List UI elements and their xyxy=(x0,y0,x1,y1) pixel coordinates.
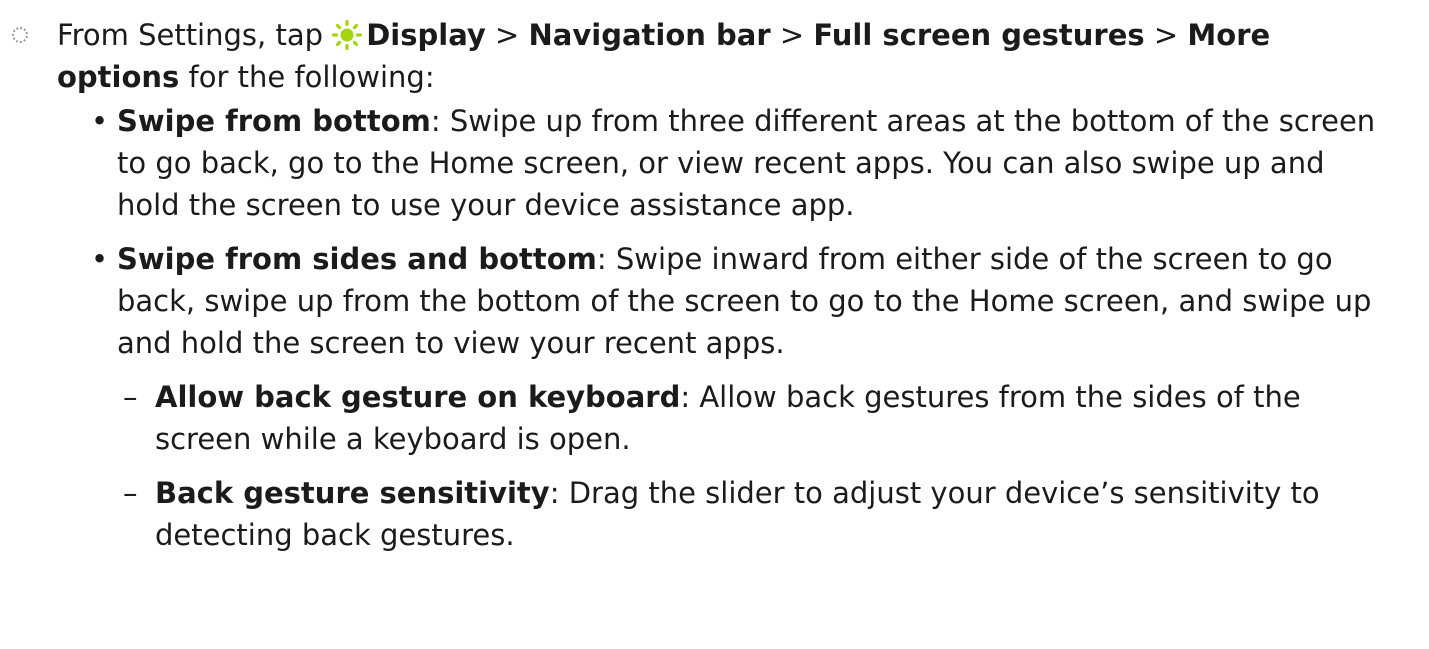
path-separator: > xyxy=(1144,18,1188,52)
list-item: • Swipe from bottom: Swipe up from three… xyxy=(91,100,1387,226)
list-item: • Swipe from sides and bottom: Swipe inw… xyxy=(91,238,1387,364)
path-display: Display xyxy=(366,18,486,52)
instruction-step: From Settings, tap Display > Navigation … xyxy=(0,14,1429,98)
path-full-screen-gestures: Full screen gestures xyxy=(813,18,1145,52)
step-tail: for the following: xyxy=(179,60,435,94)
bullet-icon: • xyxy=(91,242,109,276)
step-marker-icon xyxy=(12,27,28,43)
step-text: From Settings, tap Display > Navigation … xyxy=(57,14,1377,98)
path-separator: > xyxy=(485,18,529,52)
sub-option-term: Allow back gesture on keyboard xyxy=(155,380,681,414)
sub-option-term: Back gesture sensitivity xyxy=(155,476,550,510)
options-list: • Swipe from bottom: Swipe up from three… xyxy=(0,100,1429,568)
dash-icon: – xyxy=(123,476,138,510)
bullet-icon: • xyxy=(91,104,109,138)
option-term: Swipe from sides and bottom xyxy=(117,242,597,276)
option-term: Swipe from bottom xyxy=(117,104,431,138)
step-intro: From Settings, tap xyxy=(57,18,333,52)
path-navigation-bar: Navigation bar xyxy=(528,18,771,52)
sub-list-item: – Allow back gesture on keyboard: Allow … xyxy=(123,376,1395,460)
display-sun-icon xyxy=(332,20,363,50)
path-separator: > xyxy=(770,18,814,52)
sub-list-item: – Back gesture sensitivity: Drag the sli… xyxy=(123,472,1395,556)
dash-icon: – xyxy=(123,380,138,414)
